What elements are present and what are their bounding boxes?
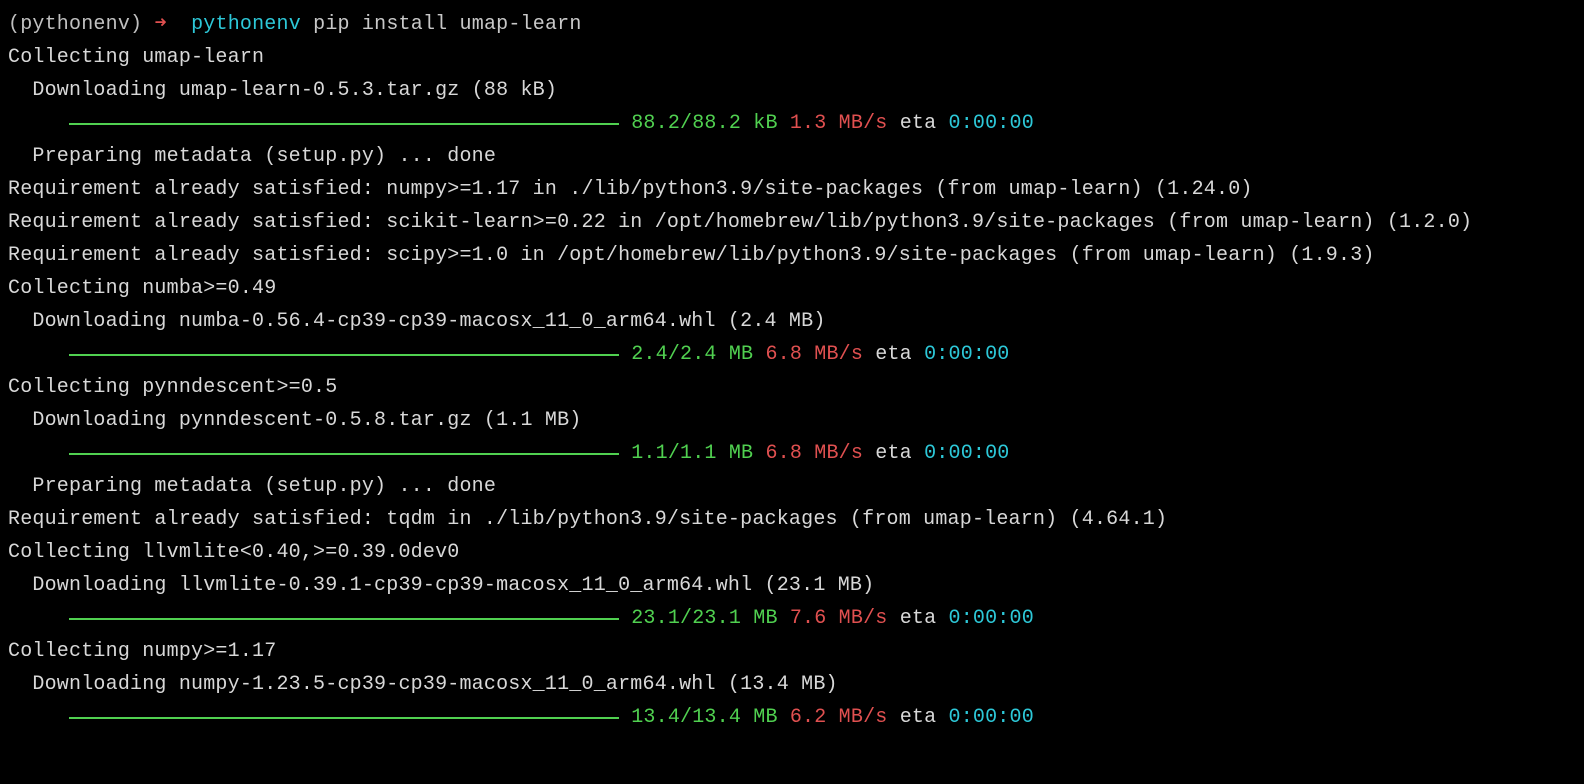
output-text: Downloading pynndescent-0.5.8.tar.gz (1.… — [32, 409, 581, 432]
progress-size: 1.1/1.1 MB — [631, 442, 753, 465]
progress-bar — [69, 123, 619, 125]
output-line: Preparing metadata (setup.py) ... done — [8, 140, 1576, 173]
output-text: Downloading numba-0.56.4-cp39-cp39-macos… — [32, 310, 825, 333]
progress-speed: 1.3 MB/s — [790, 112, 888, 135]
eta-value: 0:00:00 — [924, 343, 1009, 366]
progress-bar — [69, 354, 619, 356]
output-line: Preparing metadata (setup.py) ... done — [8, 470, 1576, 503]
eta-value: 0:00:00 — [949, 607, 1034, 630]
progress-size: 88.2/88.2 kB — [631, 112, 777, 135]
venv-name: (pythonenv) — [8, 13, 142, 36]
eta-label: eta — [900, 607, 937, 630]
output-line: Requirement already satisfied: scikit-le… — [8, 206, 1576, 239]
progress-line: 1.1/1.1 MB 6.8 MB/s eta 0:00:00 — [8, 437, 1576, 470]
output-line: Collecting umap-learn — [8, 41, 1576, 74]
output-line: Collecting pynndescent>=0.5 — [8, 371, 1576, 404]
output-line: Collecting numba>=0.49 — [8, 272, 1576, 305]
output-line: Downloading llvmlite-0.39.1-cp39-cp39-ma… — [8, 569, 1576, 602]
progress-speed: 6.8 MB/s — [765, 343, 863, 366]
command-text: pip install umap-learn — [313, 13, 581, 36]
progress-speed: 7.6 MB/s — [790, 607, 888, 630]
eta-value: 0:00:00 — [949, 112, 1034, 135]
output-text: Collecting numba>=0.49 — [8, 277, 276, 300]
output-text: Collecting llvmlite<0.40,>=0.39.0dev0 — [8, 541, 459, 564]
eta-label: eta — [875, 343, 912, 366]
progress-line: 2.4/2.4 MB 6.8 MB/s eta 0:00:00 — [8, 338, 1576, 371]
output-line: Collecting numpy>=1.17 — [8, 635, 1576, 668]
output-line: Requirement already satisfied: scipy>=1.… — [8, 239, 1576, 272]
output-line: Requirement already satisfied: numpy>=1.… — [8, 173, 1576, 206]
output-text: Downloading numpy-1.23.5-cp39-cp39-macos… — [32, 673, 837, 696]
output-text: Downloading umap-learn-0.5.3.tar.gz (88 … — [32, 79, 557, 102]
progress-bar — [69, 453, 619, 455]
output-text: Preparing metadata (setup.py) ... done — [32, 145, 496, 168]
eta-label: eta — [900, 706, 937, 729]
output-line: Downloading umap-learn-0.5.3.tar.gz (88 … — [8, 74, 1576, 107]
eta-label: eta — [900, 112, 937, 135]
output-text: Requirement already satisfied: tqdm in .… — [8, 508, 1167, 531]
output-text: Preparing metadata (setup.py) ... done — [32, 475, 496, 498]
cwd-name: pythonenv — [191, 13, 301, 36]
output-line: Requirement already satisfied: tqdm in .… — [8, 503, 1576, 536]
terminal-output[interactable]: (pythonenv) ➜ pythonenv pip install umap… — [8, 8, 1576, 734]
output-text: Collecting pynndescent>=0.5 — [8, 376, 337, 399]
progress-bar — [69, 717, 619, 719]
arrow-icon: ➜ — [154, 13, 166, 36]
progress-speed: 6.8 MB/s — [765, 442, 863, 465]
output-text: Collecting umap-learn — [8, 46, 264, 69]
output-line: Downloading numba-0.56.4-cp39-cp39-macos… — [8, 305, 1576, 338]
progress-size: 13.4/13.4 MB — [631, 706, 777, 729]
progress-line: 88.2/88.2 kB 1.3 MB/s eta 0:00:00 — [8, 107, 1576, 140]
output-text: Collecting numpy>=1.17 — [8, 640, 276, 663]
prompt-line[interactable]: (pythonenv) ➜ pythonenv pip install umap… — [8, 8, 1576, 41]
progress-bar — [69, 618, 619, 620]
eta-value: 0:00:00 — [924, 442, 1009, 465]
output-text: Requirement already satisfied: numpy>=1.… — [8, 178, 1253, 201]
output-text: Downloading llvmlite-0.39.1-cp39-cp39-ma… — [32, 574, 874, 597]
output-text: Requirement already satisfied: scikit-le… — [8, 211, 1472, 234]
progress-line: 13.4/13.4 MB 6.2 MB/s eta 0:00:00 — [8, 701, 1576, 734]
eta-label: eta — [875, 442, 912, 465]
progress-size: 2.4/2.4 MB — [631, 343, 753, 366]
output-line: Downloading pynndescent-0.5.8.tar.gz (1.… — [8, 404, 1576, 437]
output-line: Collecting llvmlite<0.40,>=0.39.0dev0 — [8, 536, 1576, 569]
progress-speed: 6.2 MB/s — [790, 706, 888, 729]
progress-size: 23.1/23.1 MB — [631, 607, 777, 630]
output-text: Requirement already satisfied: scipy>=1.… — [8, 244, 1375, 267]
eta-value: 0:00:00 — [949, 706, 1034, 729]
output-line: Downloading numpy-1.23.5-cp39-cp39-macos… — [8, 668, 1576, 701]
progress-line: 23.1/23.1 MB 7.6 MB/s eta 0:00:00 — [8, 602, 1576, 635]
